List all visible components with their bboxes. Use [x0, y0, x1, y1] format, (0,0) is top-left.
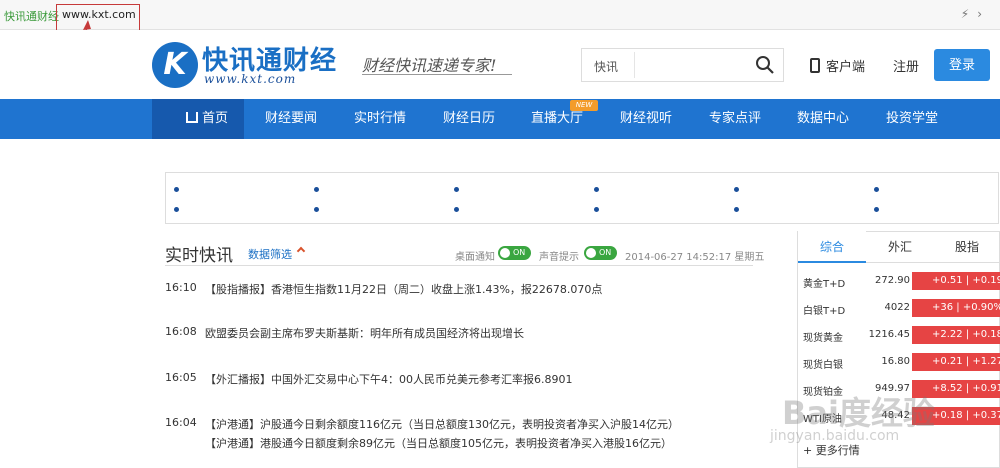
nav-item-home[interactable]: 首页: [186, 99, 228, 139]
slogan-underline: [362, 74, 512, 75]
news-item[interactable]: 【沪港通】港股通今日额度剩余89亿元（当日总额度105亿元，表明投资者净买入港股…: [205, 435, 672, 451]
market-row-price: 1216.45: [868, 329, 910, 340]
plus-icon: +: [803, 444, 816, 457]
baidu-watermark-url: jingyan.baidu.com: [770, 428, 900, 444]
change-percent: +1.27%: [972, 356, 1000, 367]
change-separator: |: [953, 302, 963, 313]
change-separator: |: [962, 383, 973, 394]
market-tab-all[interactable]: 综合: [798, 231, 866, 263]
news-item[interactable]: 欧盟委员会副主席布罗夫斯基斯：明年所有成员国经济将出现增长: [205, 325, 524, 341]
change-value: +36: [932, 302, 954, 313]
market-row-price: 16.80: [881, 356, 910, 367]
market-row-change: +2.22 | +0.18%: [912, 326, 1000, 344]
nav-item-school[interactable]: 投资学堂: [886, 99, 938, 139]
banner-dot: [594, 187, 599, 192]
news-time: 16:08: [165, 325, 197, 338]
banner-dot: [174, 207, 179, 212]
browser-actions: ⚡›: [961, 7, 990, 21]
logo-url: www.kxt.com: [204, 72, 297, 86]
client-link[interactable]: 客户端: [810, 56, 865, 75]
change-value: +0.21: [932, 356, 963, 367]
banner-dot: [594, 207, 599, 212]
banner-dot: [314, 207, 319, 212]
market-tab-forex[interactable]: 外汇: [866, 231, 934, 263]
nav-item-data[interactable]: 数据中心: [797, 99, 849, 139]
change-percent: +0.18%: [972, 329, 1000, 340]
change-percent: +0.90%: [962, 302, 1000, 313]
change-percent: +0.91%: [972, 383, 1000, 394]
login-button[interactable]: 登录: [934, 49, 990, 81]
search-input[interactable]: [634, 52, 754, 78]
nav-item-experts[interactable]: 专家点评: [709, 99, 761, 139]
change-value: +0.51: [932, 275, 963, 286]
change-separator: |: [962, 410, 973, 421]
market-row-price: 4022: [884, 302, 910, 313]
browser-bar: 快讯通财经 www.kxt.com ⚡›: [0, 0, 1000, 30]
banner-slot: [165, 172, 999, 224]
slogan: 财经快讯速递专家!: [362, 56, 497, 75]
feed-datetime: 2014-06-27 14:52:17 星期五: [625, 252, 765, 263]
nav-item-calendar[interactable]: 财经日历: [443, 99, 495, 139]
market-row-name[interactable]: 现货白银: [803, 356, 843, 371]
nav-item-video[interactable]: 财经视听: [620, 99, 672, 139]
change-value: +8.52: [932, 383, 963, 394]
bolt-icon[interactable]: ⚡: [961, 7, 977, 21]
market-row-change: +0.21 | +1.27%: [912, 353, 1000, 371]
news-time: 16:04: [165, 416, 197, 429]
chevron-right-icon[interactable]: ›: [977, 7, 990, 21]
market-row-name[interactable]: 白银T+D: [803, 302, 845, 317]
more-quotes-link[interactable]: + 更多行情: [803, 442, 860, 458]
feed-divider: [165, 265, 753, 266]
sound-label: 声音提示: [539, 252, 579, 263]
phone-icon: [810, 58, 820, 73]
home-icon: [186, 112, 198, 123]
feed-title: 实时快讯: [165, 246, 233, 266]
change-separator: |: [962, 275, 973, 286]
news-item[interactable]: 【外汇播报】中国外汇交易中心下午4：00人民币兑美元参考汇率报6.8901: [205, 371, 572, 387]
news-item[interactable]: 【沪港通】沪股通今日剩余额度116亿元（当日总额度130亿元，表明投资者净买入沪…: [205, 416, 679, 432]
left-margin: [0, 139, 152, 468]
nav-item-news[interactable]: 财经要闻: [265, 99, 317, 139]
change-value: +2.22: [932, 329, 963, 340]
news-time: 16:10: [165, 281, 197, 294]
news-time: 16:05: [165, 371, 197, 384]
nav-item-quotes[interactable]: 实时行情: [354, 99, 406, 139]
change-separator: |: [962, 356, 973, 367]
banner-dot: [454, 207, 459, 212]
banner-dot: [874, 187, 879, 192]
market-row-name[interactable]: 现货黄金: [803, 329, 843, 344]
market-row-change: +36 | +0.90%: [912, 299, 1000, 317]
main-nav: 首页 财经要闻 实时行情 财经日历 直播大厅 财经视听 专家点评 数据中心 投资…: [0, 99, 1000, 139]
search-icon[interactable]: [755, 55, 775, 75]
change-percent: +0.19%: [972, 275, 1000, 286]
banner-dot: [734, 187, 739, 192]
register-link[interactable]: 注册: [893, 56, 919, 75]
site-header: K 快讯通财经 www.kxt.com 财经快讯速递专家! 快讯 客户端 注册 …: [0, 30, 1000, 99]
banner-dot: [174, 187, 179, 192]
market-tab-index[interactable]: 股指: [934, 231, 1000, 263]
news-item[interactable]: 【股指播报】香港恒生指数11月22日（周二）收盘上涨1.43%，报22678.0…: [205, 281, 602, 297]
desktop-notify-label: 桌面通知: [455, 252, 495, 263]
search-box: 快讯: [581, 48, 784, 82]
market-row-change: +0.51 | +0.19%: [912, 272, 1000, 290]
logo-mark[interactable]: K: [152, 42, 198, 88]
desktop-notify-toggle[interactable]: ON: [498, 246, 531, 260]
banner-dot: [874, 207, 879, 212]
data-filter-link[interactable]: 数据筛选: [248, 246, 292, 262]
new-badge: NEW: [570, 100, 598, 111]
banner-dot: [314, 187, 319, 192]
market-row-name[interactable]: 黄金T+D: [803, 275, 845, 290]
change-percent: +0.37%: [972, 410, 1000, 421]
change-separator: |: [962, 329, 973, 340]
change-value: +0.18: [932, 410, 963, 421]
banner-dot: [454, 187, 459, 192]
sound-toggle[interactable]: ON: [584, 246, 617, 260]
banner-dot: [734, 207, 739, 212]
search-category[interactable]: 快讯: [594, 58, 618, 75]
market-row-price: 272.90: [875, 275, 910, 286]
